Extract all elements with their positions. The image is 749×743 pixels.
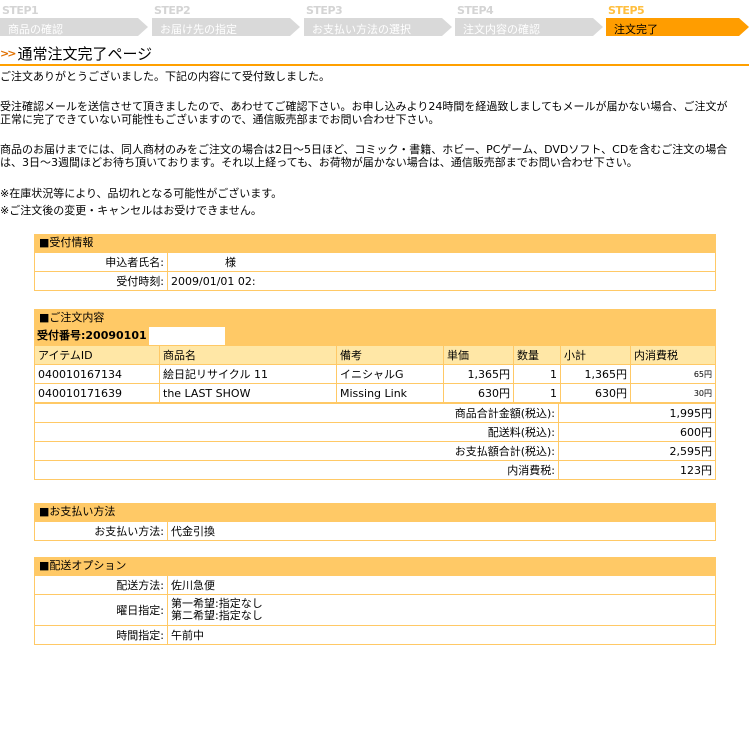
item-note: Missing Link (336, 383, 444, 403)
col-item-id: アイテムID (34, 345, 160, 365)
payment-panel: ■お支払い方法 お支払い方法: 代金引換 (34, 503, 716, 541)
checkout-steps: STEP1 商品の確認 STEP2 お届け先の指定 STEP3 お支払い方法の選… (0, 0, 749, 36)
order-panel: ■ご注文内容 受付番号:20090101 アイテムID 商品名 備考 単価 数量… (34, 309, 716, 480)
total-row: 配送料(税込): 600円 (34, 422, 716, 442)
time-slot-label: 時間指定: (34, 625, 168, 645)
total-value: 1,995円 (558, 403, 716, 423)
reception-time-label: 受付時刻: (34, 271, 168, 291)
item-qty: 1 (513, 383, 561, 403)
col-tax: 内消費税 (630, 345, 716, 365)
honorific: 様 (225, 256, 236, 269)
total-label: 内消費税: (34, 460, 559, 480)
step-label: 注文内容の確認 (463, 23, 540, 36)
step-2: STEP2 お届け先の指定 (152, 4, 300, 36)
total-value: 123円 (558, 460, 716, 480)
step-number: STEP5 (608, 4, 645, 17)
delivery-method-label: 配送方法: (34, 575, 168, 595)
item-qty: 1 (513, 364, 561, 384)
item-tax: 30円 (630, 383, 716, 403)
total-row: お支払額合計(税込): 2,595円 (34, 441, 716, 461)
col-note: 備考 (336, 345, 444, 365)
page-bottom-blank (0, 645, 749, 743)
total-value: 2,595円 (558, 441, 716, 461)
item-subtotal: 630円 (560, 383, 631, 403)
page-title: 通常注文完了ページ (17, 44, 153, 63)
table-row: 040010171639 the LAST SHOW Missing Link … (34, 383, 716, 403)
col-subtotal: 小計 (560, 345, 631, 365)
weekday-second-choice: 第二希望:指定なし (171, 609, 263, 622)
delivery-notice: 商品のお届けまでには、同人商材のみをご注文の場合は2日～5日ほど、コミック・書籍… (0, 143, 728, 169)
total-label: 商品合計金額(税込): (34, 403, 559, 423)
total-label: 配送料(税込): (34, 422, 559, 442)
step-label: 注文完了 (614, 23, 658, 36)
step-number: STEP1 (2, 4, 39, 17)
col-unit-price: 単価 (443, 345, 514, 365)
delivery-header: ■配送オプション (39, 559, 127, 572)
step-number: STEP4 (457, 4, 494, 17)
thanks-message: ご注文ありがとうございました。下記の内容にて受付致しました。 (0, 70, 330, 83)
item-name: the LAST SHOW (159, 383, 337, 403)
step-4: STEP4 注文内容の確認 (455, 4, 603, 36)
reception-header: ■受付情報 (39, 236, 94, 249)
col-product-name: 商品名 (159, 345, 337, 365)
item-note: イニシャルG (336, 364, 444, 384)
double-chevron-icon: >> (0, 46, 17, 60)
item-tax: 65円 (630, 364, 716, 384)
reception-panel: ■受付情報 申込者氏名: 様 受付時刻: 2009/01/01 02: (34, 234, 716, 291)
step-number: STEP3 (306, 4, 343, 17)
delivery-method-value: 佐川急便 (167, 575, 716, 595)
step-label: お支払い方法の選択 (312, 23, 411, 36)
reception-time-value: 2009/01/01 02: (167, 271, 716, 291)
payment-header: ■お支払い方法 (39, 505, 116, 518)
step-label: お届け先の指定 (160, 23, 237, 36)
item-name: 絵日記リサイクル 11 (159, 364, 337, 384)
step-label: 商品の確認 (8, 23, 63, 36)
item-id: 040010171639 (34, 383, 160, 403)
cancel-notice: ※ご注文後の変更・キャンセルはお受けできません。 (0, 204, 262, 217)
table-row: 040010167134 絵日記リサイクル 11 イニシャルG 1,365円 1… (34, 364, 716, 384)
total-row: 内消費税: 123円 (34, 460, 716, 480)
receipt-number-label: 受付番号:20090101 (37, 329, 147, 342)
total-row: 商品合計金額(税込): 1,995円 (34, 403, 716, 423)
applicant-name-value: 様 (167, 252, 716, 272)
order-items-table: アイテムID 商品名 備考 単価 数量 小計 内消費税 040010167134… (34, 345, 716, 403)
time-slot-value: 午前中 (167, 625, 716, 645)
stock-notice: ※在庫状況等により、品切れとなる可能性がございます。 (0, 187, 283, 200)
title-underline (0, 64, 749, 66)
order-totals-table: 商品合計金額(税込): 1,995円 配送料(税込): 600円 お支払額合計(… (34, 403, 716, 480)
total-label: お支払額合計(税込): (34, 441, 559, 461)
receipt-number: 受付番号:20090101 (34, 327, 716, 345)
applicant-name-label: 申込者氏名: (34, 252, 168, 272)
payment-method-value: 代金引換 (167, 521, 716, 541)
step-3: STEP3 お支払い方法の選択 (304, 4, 452, 36)
item-id: 040010167134 (34, 364, 160, 384)
step-5: STEP5 注文完了 (606, 4, 749, 36)
item-subtotal: 1,365円 (560, 364, 631, 384)
weekday-label: 曜日指定: (34, 594, 168, 626)
total-value: 600円 (558, 422, 716, 442)
item-price: 1,365円 (443, 364, 514, 384)
step-number: STEP2 (154, 4, 191, 17)
payment-method-label: お支払い方法: (34, 521, 168, 541)
email-notice: 受注確認メールを送信させて頂きましたので、あわせてご確認下さい。お申し込みより2… (0, 100, 728, 126)
item-price: 630円 (443, 383, 514, 403)
order-header: ■ご注文内容 (39, 311, 105, 324)
col-quantity: 数量 (513, 345, 561, 365)
weekday-value: 第一希望:指定なし 第二希望:指定なし (167, 594, 716, 626)
delivery-panel: ■配送オプション 配送方法: 佐川急便 曜日指定: 第一希望:指定なし 第二希望… (34, 557, 716, 645)
step-1: STEP1 商品の確認 (0, 4, 148, 36)
